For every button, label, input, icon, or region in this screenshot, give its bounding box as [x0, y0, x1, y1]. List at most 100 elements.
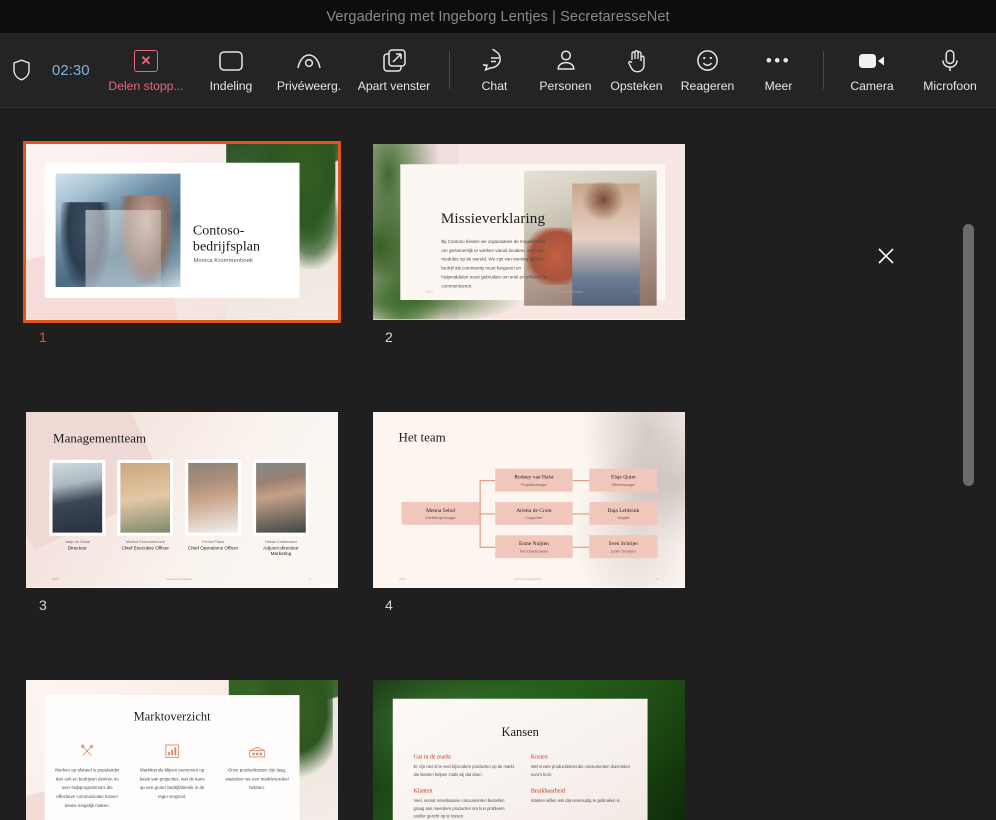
slide-cell-1[interactable]: Contoso-bedrijfsplan Monica Krommenhoek …: [23, 141, 341, 345]
more-options-button[interactable]: ••• Meer: [743, 39, 814, 101]
stop-sharing-button[interactable]: ✕ Delen stopp...: [100, 39, 192, 101]
person-role: Chief Executive Officer: [121, 545, 169, 551]
org-role: Projectmanager: [521, 482, 547, 487]
slide-cell-6[interactable]: Kansen Gat in de markt Er zijn niet al t…: [373, 680, 685, 820]
toolbar-secondary-group: Chat Personen Opsteken Reageren ••• Meer: [459, 39, 814, 101]
person-card: Fenna Plank Chief Operations Officer: [185, 459, 242, 556]
org-role: Stagiair: [617, 515, 630, 520]
market-column-text: Onze productkosten zijn laag, waardoor w…: [225, 767, 289, 791]
private-view-button[interactable]: Privéweerg.: [270, 39, 348, 101]
layout-button[interactable]: Indeling: [192, 39, 270, 101]
slide-5-canvas: Marktoverzicht Werken op afstand is popu…: [26, 680, 338, 820]
org-role: Copywriter: [525, 515, 543, 520]
slide-2-body: Bij Contoso bieden we organisaties de mo…: [441, 238, 547, 289]
org-role: Junior Designer: [610, 549, 637, 554]
org-box-root: Menna Sebol Marketingmanager: [401, 501, 480, 525]
layout-icon: [218, 48, 244, 74]
raise-hand-button[interactable]: Opsteken: [601, 39, 672, 101]
opportunity-item: Kosten Wel ervare productiekost die cons…: [531, 753, 632, 778]
people-button[interactable]: Personen: [530, 39, 601, 101]
shield-icon: [6, 59, 36, 81]
org-role: Officemanager: [611, 482, 636, 487]
org-name: Menna Sebol: [426, 506, 456, 514]
slide-6-title: Kansen: [501, 724, 539, 739]
slide-2-title: Missieverklaring: [440, 209, 546, 227]
org-name: Daja Lebbrink: [607, 506, 640, 514]
org-name: Elsje Quint: [611, 473, 636, 480]
scrollbar-thumb[interactable]: [963, 224, 974, 486]
slide-1-photo: [55, 173, 181, 287]
slide-1-title: Contoso-bedrijfsplan: [192, 222, 260, 254]
slide-2-footer-right: 2: [636, 290, 638, 294]
meeting-toolbar: 02:30 ✕ Delen stopp... Indeling Privéwee…: [0, 33, 996, 108]
slide-6-canvas: Kansen Gat in de markt Er zijn niet al t…: [373, 680, 685, 820]
org-name: Sven Schrijer: [608, 540, 639, 547]
toolbar-divider-2: [823, 51, 824, 89]
meeting-timer: 02:30: [52, 61, 90, 79]
people-icon: [555, 48, 577, 74]
slide-cell-2[interactable]: Missieverklaring Bij Contoso bieden we o…: [373, 144, 685, 345]
slide-number-1: 1: [39, 329, 48, 345]
slide-3-canvas: Managementteam Jaap de Graaf Directeur M…: [26, 412, 338, 588]
org-box-mid-1: Rodney van Halst Projectmanager: [495, 468, 573, 492]
raise-hand-label: Opsteken: [610, 78, 663, 93]
microphone-button[interactable]: Microfoon: [911, 39, 989, 101]
slide-1-canvas: Contoso-bedrijfsplan Monica Krommenhoek: [26, 144, 338, 320]
private-view-label: Privéweerg.: [276, 78, 342, 93]
toolbar-device-group: Camera Microfoon: [833, 39, 989, 101]
more-label: Meer: [764, 78, 793, 93]
opportunity-column-right: Kosten Wel ervare productiekost die cons…: [531, 753, 632, 820]
slide-2-card: Missieverklaring Bij Contoso bieden we o…: [400, 164, 665, 306]
market-column: Onze productkosten zijn laag, waardoor w…: [215, 739, 300, 810]
org-box-right-2: Daja Lebbrink Stagiair: [589, 501, 658, 525]
slide-thumbnail-5[interactable]: Marktoverzicht Werken op afstand is popu…: [26, 680, 338, 820]
slide-5-columns: Werken op afstand is populairder dan ooi…: [45, 739, 300, 810]
layout-label: Indeling: [209, 78, 253, 93]
slide-4-footer-right: 4: [656, 577, 658, 581]
reaction-smiley-icon: [696, 48, 719, 74]
slide-number-4: 4: [385, 597, 394, 613]
person-name: Fenna Plank: [202, 539, 225, 544]
person-name: Hakan Kobelmann: [264, 539, 297, 544]
org-name: Arietta de Crom: [516, 506, 552, 514]
stop-sharing-label: Delen stopp...: [108, 78, 184, 93]
org-role: Marketingmanager: [425, 515, 456, 520]
slide-thumbnail-6[interactable]: Kansen Gat in de markt Er zijn niet al t…: [373, 680, 685, 820]
opportunity-text: Klanten willen iets dat eenvoudig te geb…: [530, 798, 621, 804]
market-column: Werken op afstand is populairder dan ooi…: [45, 739, 130, 810]
opportunity-text: Er zijn niet al te veel bijzondere produ…: [413, 764, 514, 777]
camera-button[interactable]: Camera: [833, 39, 911, 101]
slide-thumbnail-1[interactable]: Contoso-bedrijfsplan Monica Krommenhoek: [23, 141, 341, 323]
slide-5-title: Marktoverzicht: [133, 709, 211, 724]
slide-cell-3[interactable]: Managementteam Jaap de Graaf Directeur M…: [26, 412, 338, 613]
org-name: Rodney van Halst: [514, 473, 554, 480]
meeting-title: Vergadering met Ingeborg Lentjes | Secre…: [326, 8, 670, 25]
slide-cell-5[interactable]: Marktoverzicht Werken op afstand is popu…: [26, 680, 338, 820]
slide-2-footer-left: 2023: [426, 290, 433, 294]
chat-button[interactable]: Chat: [459, 39, 530, 101]
toolbar-primary-group: ✕ Delen stopp... Indeling Privéweerg. Ap…: [100, 39, 440, 101]
slide-grid: Contoso-bedrijfsplan Monica Krommenhoek …: [23, 141, 726, 820]
person-card: Jaap de Graaf Directeur: [49, 459, 106, 556]
slide-row: Managementteam Jaap de Graaf Directeur M…: [26, 412, 726, 613]
crossed-tools-icon: [79, 739, 95, 758]
slide-thumbnail-4[interactable]: Het team Menna Sebol Marketingmanager Ro…: [373, 412, 685, 588]
close-icon[interactable]: [872, 242, 900, 270]
reactions-button[interactable]: Reageren: [672, 39, 743, 101]
person-name: Jaap de Graaf: [64, 539, 90, 544]
opportunity-heading: Gat in de markt: [413, 753, 451, 760]
slide-3-footer-center: Contoso-bedrijfsplan: [166, 577, 193, 581]
slide-thumbnail-2[interactable]: Missieverklaring Bij Contoso bieden we o…: [373, 144, 685, 320]
eye-icon: [295, 48, 323, 74]
slide-2-footer-center: Contoso-bedrijfsplan: [556, 290, 583, 294]
slide-6-columns: Gat in de markt Er zijn niet al te veel …: [414, 753, 632, 820]
pop-out-window-button[interactable]: Apart venster: [348, 39, 440, 101]
org-box-right-1: Elsje Quint Officemanager: [589, 468, 658, 492]
package-box-icon: [248, 739, 266, 758]
more-dots-icon: •••: [765, 50, 792, 70]
slide-cell-4[interactable]: Het team Menna Sebol Marketingmanager Ro…: [373, 412, 685, 613]
slide-thumbnail-3[interactable]: Managementteam Jaap de Graaf Directeur M…: [26, 412, 338, 588]
person-role: Adjunct-directeur Marketing: [263, 545, 299, 557]
org-box-mid-3: Esme Nuijten Personeelszaken: [495, 535, 573, 559]
toolbar-divider-1: [449, 51, 450, 89]
